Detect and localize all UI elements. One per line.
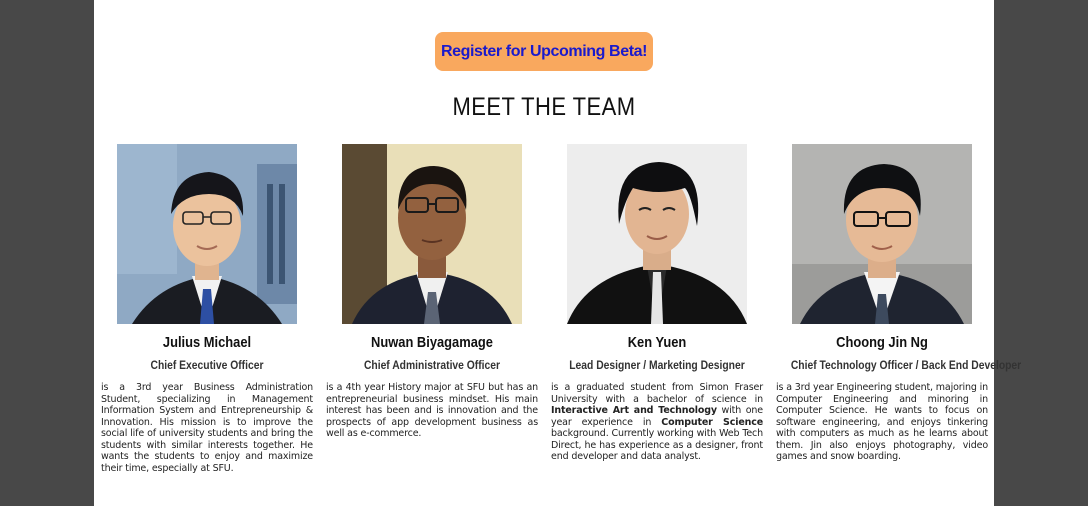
member-role: Chief Technology Officer / Back End Deve… — [790, 358, 1022, 372]
member-role: Lead Designer / Marketing Designer — [569, 358, 745, 372]
content-panel: Register for Upcoming Beta! MEET THE TEA… — [94, 0, 1022, 506]
member-photo — [567, 144, 747, 324]
section-title: MEET THE TEAM — [452, 93, 636, 121]
register-beta-button[interactable]: Register for Upcoming Beta! — [435, 32, 653, 71]
member-name: Choong Jin Ng — [836, 334, 928, 351]
member-name: Julius Michael — [162, 334, 252, 351]
team-member-card: Julius Michael Chief Executive Officer i… — [101, 144, 313, 474]
team-member-card: Ken Yuen Lead Designer / Marketing Desig… — [551, 144, 763, 463]
member-bio: is a 4th year History major at SFU but h… — [326, 382, 538, 439]
member-bio: is a 3rd year Business Administration St… — [101, 382, 313, 474]
member-bio: is a 3rd year Engineering student, major… — [776, 382, 988, 462]
member-bio: is a graduated student from Simon Fraser… — [551, 382, 763, 462]
member-name: Ken Yuen — [627, 334, 687, 351]
member-photo — [342, 144, 522, 324]
member-name: Nuwan Biyagamage — [371, 334, 493, 351]
member-role: Chief Administrative Officer — [363, 358, 501, 372]
member-photo — [117, 144, 297, 324]
team-member-card: Nuwan Biyagamage Chief Administrative Of… — [326, 144, 538, 440]
team-member-card: Choong Jin Ng Chief Technology Officer /… — [776, 144, 1022, 463]
member-photo — [792, 144, 972, 324]
member-role: Chief Executive Officer — [150, 358, 264, 372]
